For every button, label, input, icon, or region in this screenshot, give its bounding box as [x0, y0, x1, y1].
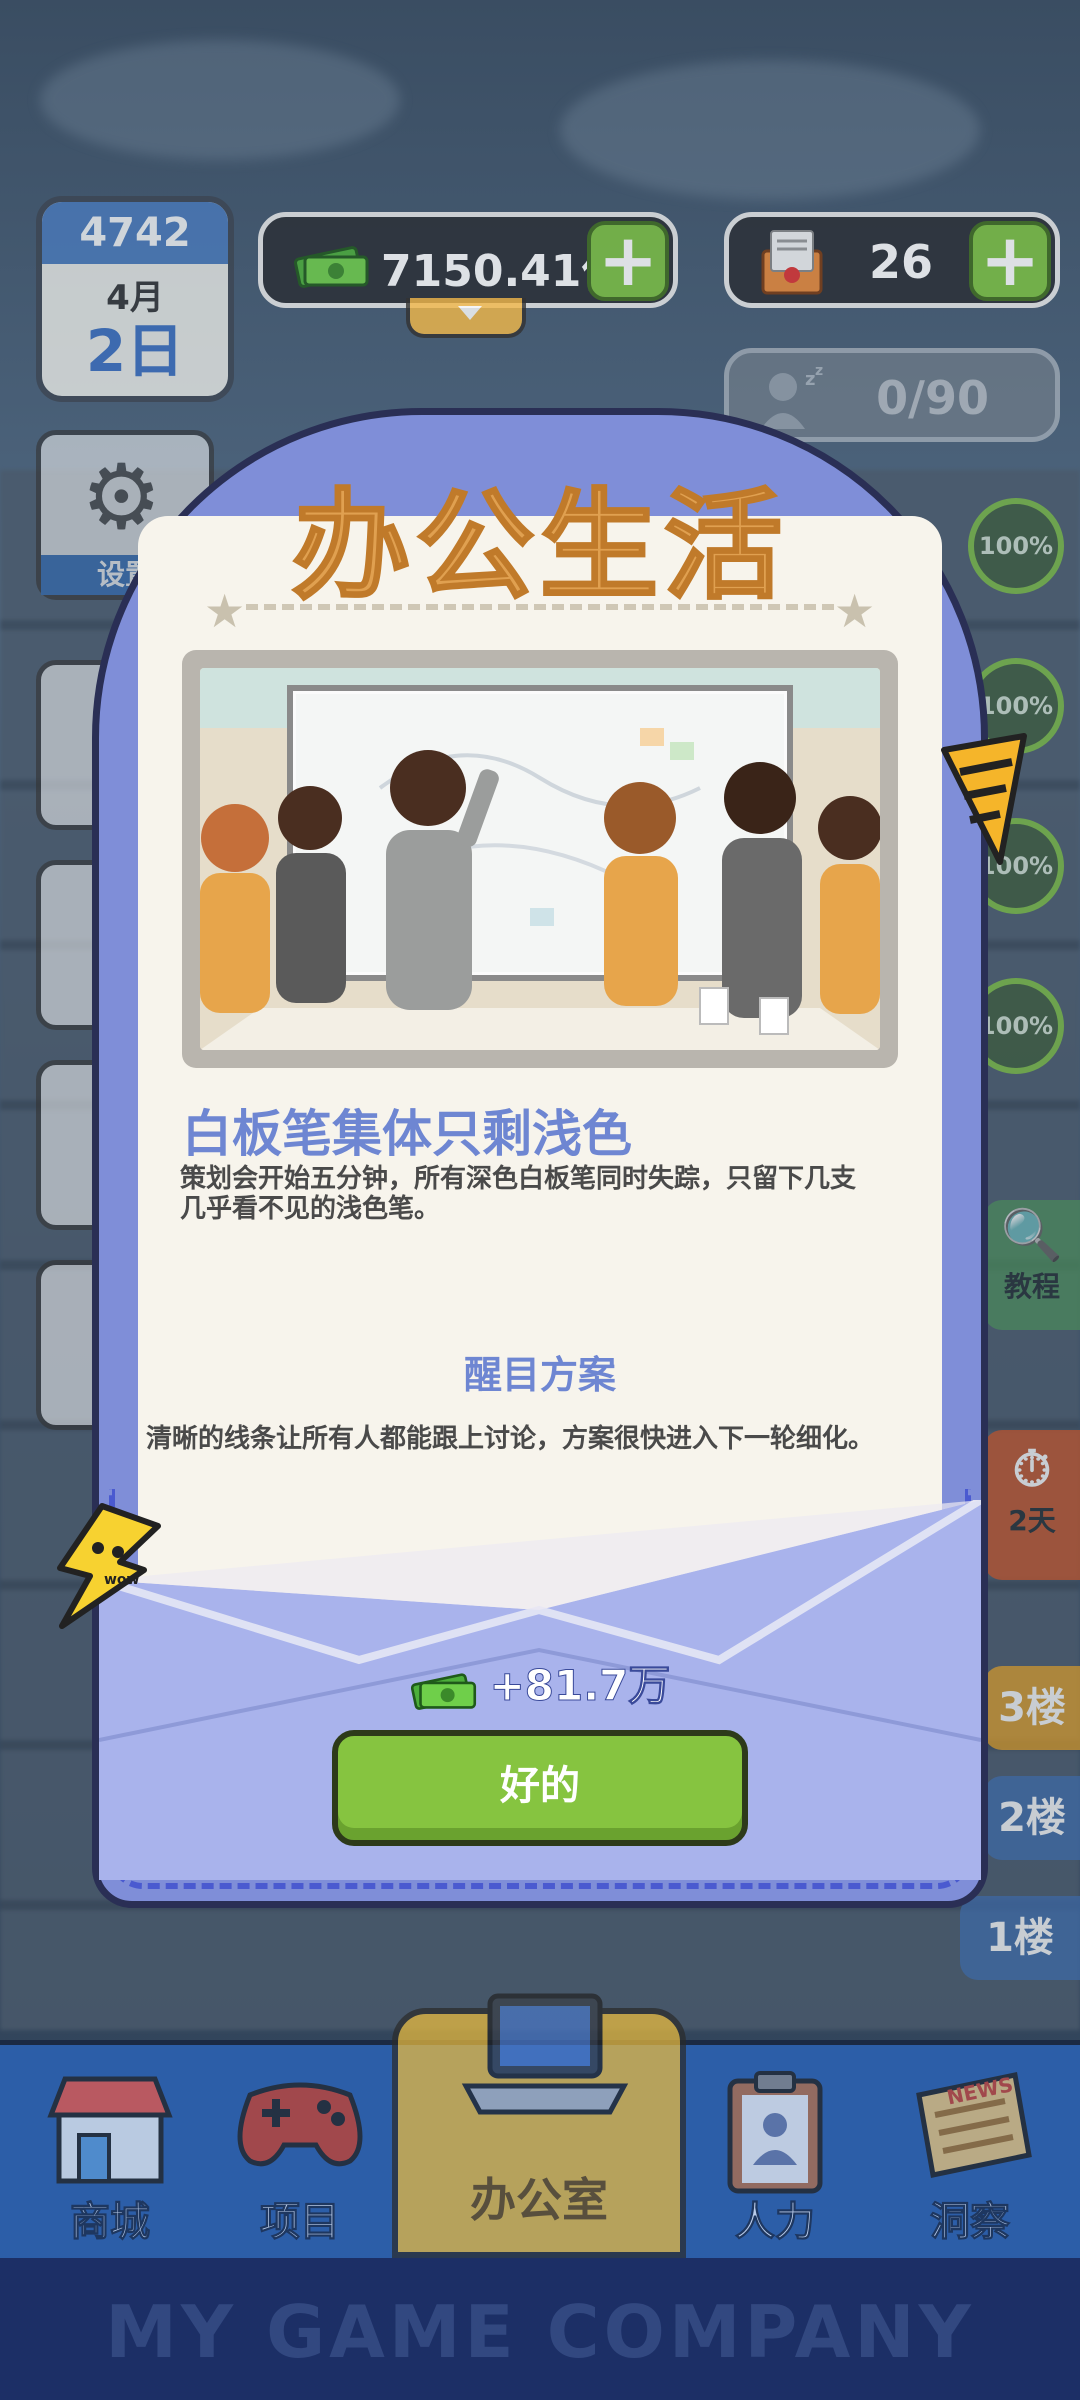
- news-icon: NEWS: [916, 2072, 1032, 2178]
- mail-value: 26: [869, 235, 934, 289]
- envelope-icon: [761, 230, 823, 295]
- laptop-icon: [461, 1993, 629, 2115]
- reward-value: +81.7万: [489, 1661, 671, 1711]
- svg-text:z: z: [815, 363, 823, 379]
- star-icon: ★: [834, 584, 876, 638]
- nav-shop[interactable]: 商城: [20, 2045, 200, 2263]
- clipboard-icon: [727, 2071, 823, 2194]
- plan-title: 醒目方案: [463, 1353, 616, 1397]
- calendar-year: 4742: [42, 202, 228, 264]
- money-counter[interactable]: 7150.41亿 +: [258, 212, 678, 308]
- cash-stack-icon: [294, 246, 369, 288]
- mascot-text: wow: [104, 1572, 140, 1588]
- modal-title: 办公生活: [290, 476, 788, 617]
- nav-office[interactable]: 办公室: [392, 1993, 686, 2258]
- idle-staff-value: 0/90: [876, 371, 989, 425]
- lightning-mascot-icon: wow: [57, 1503, 161, 1629]
- tutorial-button[interactable]: 🔍 教程: [984, 1200, 1080, 1330]
- footer-banner: MY GAME COMPANY: [0, 2258, 1080, 2400]
- title-divider: [246, 604, 834, 610]
- nav-hr[interactable]: 人力: [690, 2045, 860, 2263]
- shop-icon: [47, 2076, 173, 2184]
- add-money-button[interactable]: +: [587, 221, 669, 301]
- floor-2-button[interactable]: 2楼: [984, 1776, 1080, 1860]
- countdown-button[interactable]: ⏱ 2天: [984, 1430, 1080, 1580]
- gamepad-icon: [237, 2082, 363, 2167]
- magnifier-icon: 🔍: [1000, 1206, 1064, 1264]
- svg-text:z: z: [805, 369, 815, 390]
- idle-staff-counter[interactable]: z z 0/90: [724, 348, 1060, 442]
- next-arrow-icon[interactable]: [940, 732, 1030, 872]
- ok-button[interactable]: 好的: [332, 1730, 748, 1846]
- whiteboard-meeting-illustration: [200, 668, 882, 1050]
- cash-stack-icon: [410, 1672, 476, 1710]
- tutorial-label: 教程: [1003, 1270, 1060, 1303]
- brand-logo-text: MY GAME COMPANY: [105, 2290, 975, 2374]
- nav-projects[interactable]: 项目: [210, 2045, 390, 2263]
- countdown-label: 2天: [1008, 1504, 1056, 1537]
- calendar-month: 4月: [106, 278, 164, 318]
- nav-insight[interactable]: NEWS 洞察: [880, 2045, 1060, 2263]
- add-mail-button[interactable]: +: [969, 221, 1051, 301]
- star-icon: ★: [204, 584, 246, 638]
- calendar-widget[interactable]: 4742 4月 2日: [36, 196, 234, 402]
- nav-office-label: 办公室: [470, 2173, 608, 2227]
- expand-chevron-button[interactable]: [406, 298, 526, 338]
- plan-description: 清晰的线条让所有人都能跟上讨论，方案很快进入下一轮细化。: [146, 1424, 875, 1454]
- event-description: 策划会开始五分钟，所有深色白板笔同时失踪，只留下几支几乎看不见的浅色笔。: [180, 1164, 857, 1224]
- nav-hr-label: 人力: [735, 2199, 816, 2246]
- timer-icon: ⏱: [1012, 1440, 1052, 1498]
- reward-row: +81.7万: [0, 1652, 1080, 1713]
- nav-projects-label: 项目: [260, 2199, 341, 2246]
- nav-insight-label: 洞察: [930, 2199, 1011, 2246]
- event-title: 白板笔集体只剩浅色: [182, 1105, 632, 1163]
- sleeping-staff-icon: z z: [761, 363, 823, 429]
- calendar-day: 2日: [85, 317, 185, 385]
- nav-shop-label: 商城: [70, 2199, 151, 2246]
- event-illustration: [182, 650, 898, 1068]
- mail-counter[interactable]: 26 +: [724, 212, 1060, 308]
- floor-1-button[interactable]: 1楼: [960, 1896, 1080, 1980]
